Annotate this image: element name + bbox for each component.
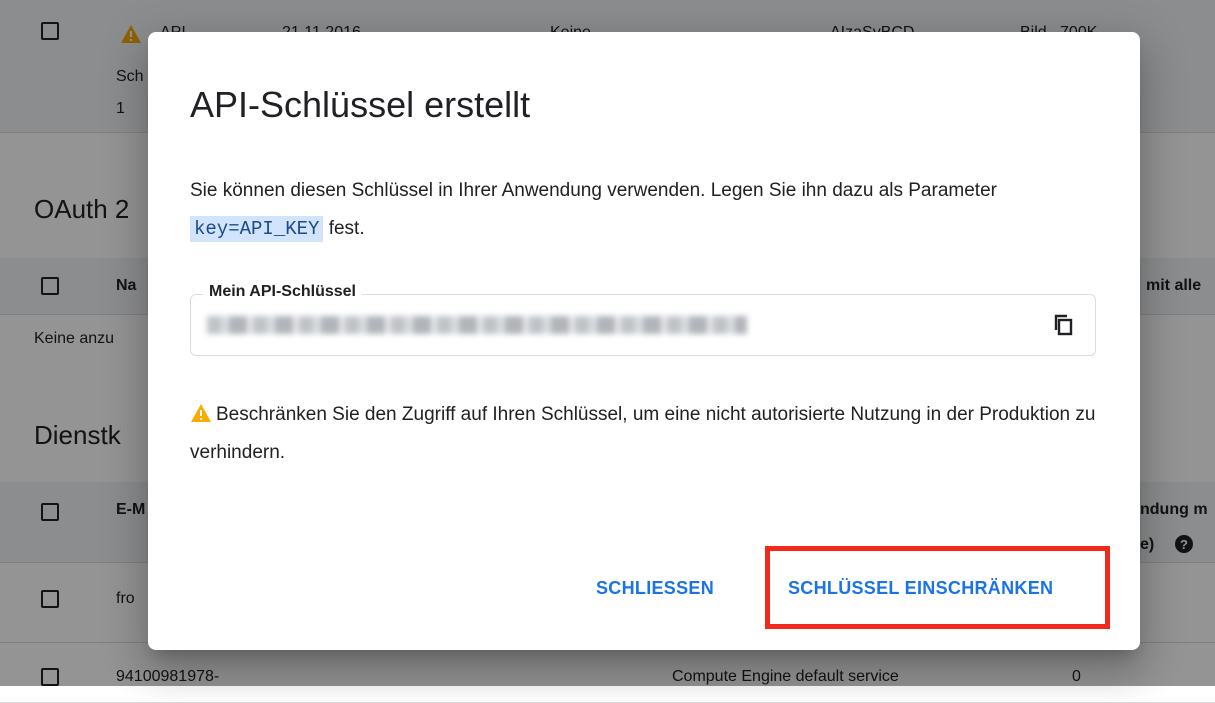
description-text-end: fest. [328,218,365,239]
close-button[interactable]: SCHLIESSEN [596,578,714,599]
restriction-warning: Beschränken Sie den Zugriff auf Ihren Sc… [190,396,1100,472]
copy-icon[interactable] [1051,313,1075,337]
api-key-value-redacted[interactable] [207,316,747,334]
api-key-field-label: Mein API-Schlüssel [203,283,362,301]
description-text: Sie können diesen Schlüssel in Ihrer Anw… [190,180,997,201]
restrict-key-button[interactable]: SCHLÜSSEL EINSCHRÄNKEN [788,578,1053,599]
warning-text: Beschränken Sie den Zugriff auf Ihren Sc… [190,404,1096,463]
api-key-param-code: key=API_KEY [190,216,324,242]
dialog-title: API-Schlüssel erstellt [190,84,531,125]
api-key-field[interactable]: Mein API-Schlüssel [190,283,1096,356]
dialog-description: Sie können diesen Schlüssel in Ihrer Anw… [190,172,1090,248]
api-key-created-dialog: API-Schlüssel erstellt Sie können diesen… [148,32,1140,650]
warning-icon [191,404,211,422]
